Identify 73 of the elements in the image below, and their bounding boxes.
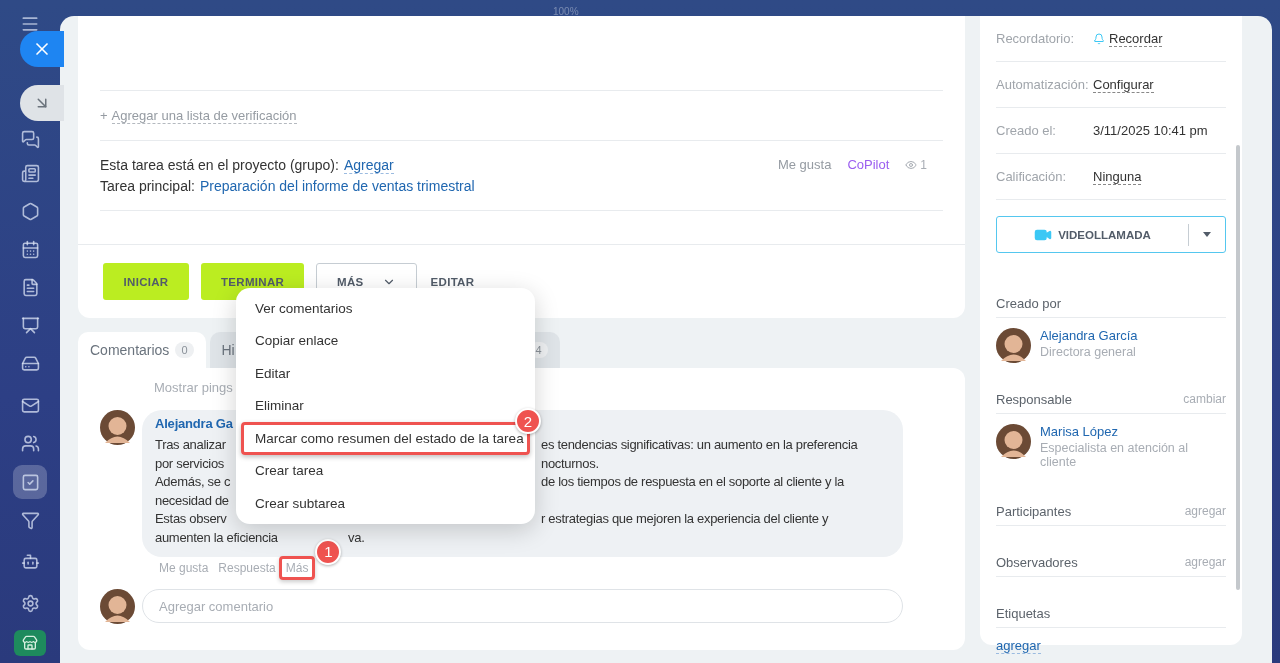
avatar (996, 424, 1031, 459)
comment-author[interactable]: Alejandra Ga (155, 416, 233, 436)
people-icon (20, 433, 40, 453)
copilot-link[interactable]: CoPilot (847, 157, 890, 172)
bell-icon (1093, 32, 1105, 45)
comment-text: es tendencias significativas: un aumento en la preferencia (541, 436, 858, 454)
section-title: Creado por (996, 295, 1062, 311)
document-icon (20, 277, 40, 297)
comment-input[interactable]: Agregar comentario (142, 589, 903, 624)
detail-label: Creado el: (996, 123, 1057, 138)
plus-sign: + (100, 108, 108, 123)
detail-value[interactable]: Ninguna (1093, 168, 1142, 185)
menu-item[interactable]: Crear subtarea (241, 487, 530, 520)
comment-text: Además, se c (155, 473, 231, 492)
store-icon (22, 635, 38, 651)
close-button[interactable] (20, 31, 64, 67)
comment-text: aumenten la eficiencia (155, 528, 278, 547)
avatar (996, 328, 1031, 363)
person-role: Directora general (1040, 345, 1137, 359)
section-title: Etiquetas (996, 605, 1051, 621)
comment-text: nocturnos. (541, 454, 599, 473)
project-link[interactable]: Agregar (343, 157, 394, 174)
caret-icon (1203, 232, 1211, 237)
comment-text: va. (348, 528, 365, 547)
detail-value[interactable]: Recordar (1109, 30, 1163, 47)
parent-task-link[interactable]: Preparación del informe de ventas trimestral (199, 178, 475, 194)
detail-label: Automatización: (996, 77, 1090, 92)
robot-icon (20, 551, 40, 571)
comment-text: Tras analizar (155, 436, 226, 454)
minimize-button[interactable] (20, 85, 64, 121)
sidebar-item[interactable] (13, 465, 47, 499)
menu-item[interactable]: Crear tarea (241, 454, 530, 487)
comment-text: Estas observ (155, 510, 227, 529)
chat-icon (20, 129, 40, 149)
action-button[interactable]: INICIAR (103, 263, 189, 300)
section-title: Participantes (996, 503, 1072, 519)
checkbox-icon (20, 472, 40, 492)
mail-icon (20, 395, 40, 415)
project-label: Esta tarea está en el proyecto (grupo): (100, 157, 339, 174)
avatar (100, 588, 135, 624)
comment-text: de los tiempos de respuesta en el soporte al cliente y la (541, 473, 845, 492)
calendar-icon (20, 239, 40, 259)
detail-value[interactable]: Configurar (1093, 76, 1154, 93)
avatar (100, 410, 135, 445)
menu-item[interactable]: Copiar enlace (241, 324, 530, 357)
hexagon-icon (20, 201, 40, 221)
drive-icon (20, 353, 40, 373)
video-call-button[interactable]: VIDEOLLAMADA (996, 216, 1226, 253)
callout-badge: 2 (515, 408, 541, 434)
view-count: 1 (920, 157, 927, 172)
person-role: Especialista en atención al cliente (1040, 441, 1189, 469)
filter-icon (20, 510, 40, 530)
person-name[interactable]: Marisa López (1040, 424, 1226, 439)
detail-label: Calificación: (996, 169, 1068, 184)
scrollbar[interactable] (1236, 145, 1240, 590)
settings-icon (20, 593, 40, 613)
section-title: Responsable (996, 391, 1072, 407)
comment-text: r estrategias que mejoren la experiencia del cliente y (541, 510, 829, 529)
parent-task-label: Tarea principal: (100, 178, 195, 194)
presentation-icon (20, 315, 40, 335)
detail-label: Recordatorio: (996, 31, 1076, 46)
newspaper-icon (20, 163, 40, 183)
comment-text: por servicios (155, 454, 225, 473)
tab[interactable]: Comentarios 0 (78, 332, 206, 368)
eye-icon (905, 158, 918, 171)
zoom-label: 100% (553, 6, 579, 17)
person-name[interactable]: Alejandra García (1040, 328, 1138, 343)
section-title: Observadores (996, 554, 1078, 570)
tab-count: 0 (175, 342, 194, 358)
comment-text: necesidad de (155, 491, 229, 510)
detail-value: 3/11/2025 10:41 pm (1093, 123, 1208, 138)
add-tag-link[interactable]: agregar (996, 638, 1041, 654)
menu-icon[interactable] (20, 14, 40, 34)
